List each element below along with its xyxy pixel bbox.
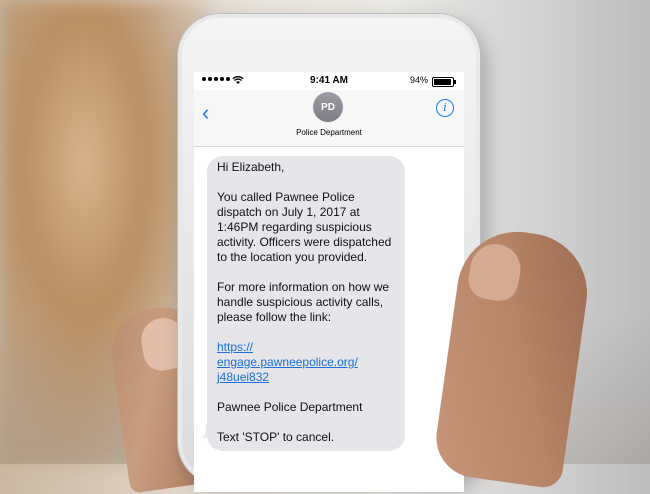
battery-percentage: 94% (409, 75, 428, 85)
phone-frame: 9:41 AM 94% ‹ PD Police Department i Hi … (178, 14, 480, 492)
message-body-dispatch: You called Pawnee Police dispatch on Jul… (217, 190, 392, 264)
message-greeting: Hi Elizabeth, (217, 160, 285, 174)
conversation-header: ‹ PD Police Department i (194, 90, 464, 147)
battery-icon (432, 77, 456, 87)
info-icon[interactable]: i (436, 99, 454, 117)
message-link[interactable]: https:// engage.pawneepolice.org/ j48uei… (217, 340, 395, 385)
chevron-left-icon[interactable]: ‹ (202, 102, 209, 124)
message-footer: Text 'STOP' to cancel. (217, 430, 335, 444)
battery-fill (434, 79, 451, 85)
link-line-1[interactable]: https:// (217, 340, 395, 355)
phone-screen: 9:41 AM 94% ‹ PD Police Department i Hi … (194, 72, 464, 492)
link-line-3[interactable]: j48uei832 (217, 370, 395, 385)
avatar[interactable]: PD (313, 92, 343, 122)
message-bubble: Hi Elizabeth, You called Pawnee Police d… (207, 156, 405, 451)
link-line-2[interactable]: engage.pawneepolice.org/ (217, 355, 395, 370)
contact-name[interactable]: Police Department (194, 128, 464, 137)
message-body-info: For more information on how we handle su… (217, 280, 390, 324)
status-bar: 9:41 AM 94% (194, 72, 464, 90)
message-signature: Pawnee Police Department (217, 400, 363, 414)
